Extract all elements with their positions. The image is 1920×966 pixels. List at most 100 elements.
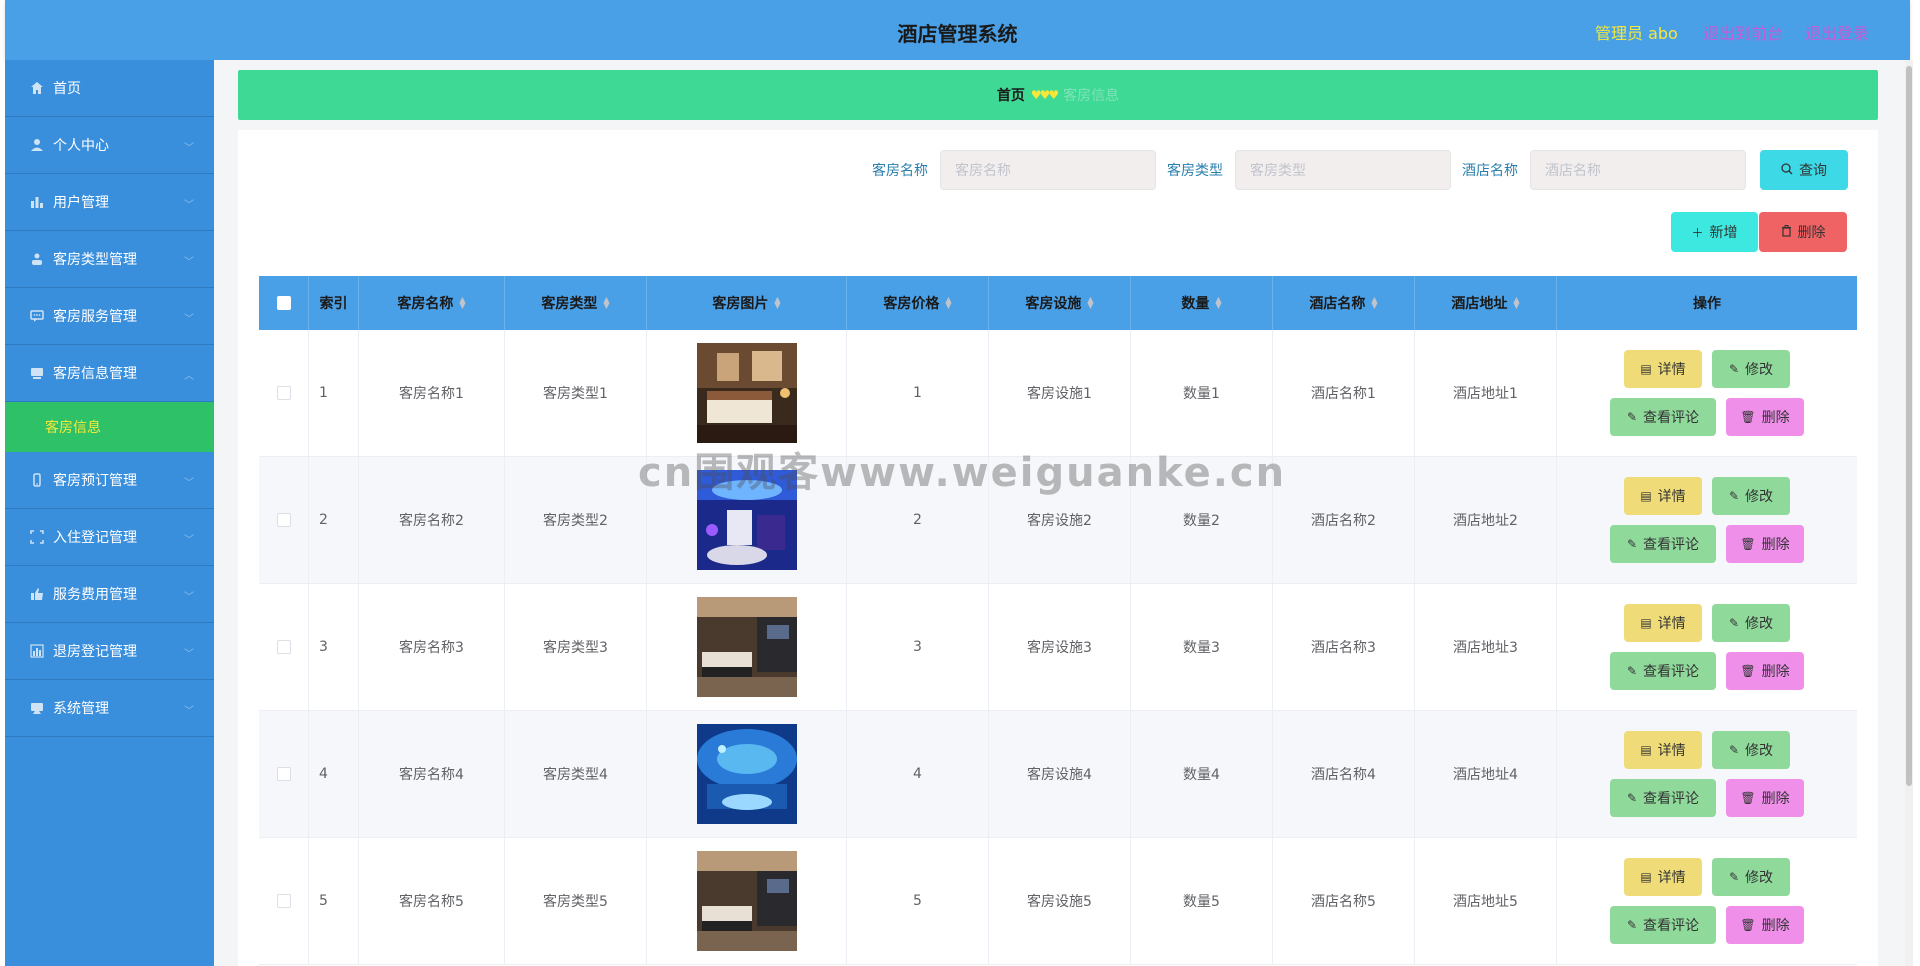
- row-checkbox[interactable]: [276, 640, 291, 654]
- cell-room-facility: 客房设施1: [989, 330, 1131, 456]
- edit-button[interactable]: ✎ 修改: [1712, 350, 1790, 388]
- sort-icon[interactable]: ▲ ▼: [1215, 296, 1221, 310]
- plus-icon: ＋: [1691, 225, 1704, 240]
- view-reviews-button[interactable]: ✎ 查看评论: [1610, 779, 1716, 817]
- cell-index: 4: [309, 711, 359, 837]
- pencil-icon: ✎: [1626, 918, 1638, 932]
- delete-button[interactable]: 🗑 删除: [1726, 398, 1804, 436]
- delete-button[interactable]: 🗑 删除: [1726, 652, 1804, 690]
- breadcrumb-current: 客房信息: [1063, 88, 1120, 104]
- chevron-down-icon: ﹀: [184, 478, 194, 489]
- col-room-name[interactable]: 客房名称 ▲ ▼: [359, 276, 505, 330]
- cell-hotel-address: 酒店地址1: [1415, 330, 1557, 456]
- cell-room-facility: 客房设施3: [989, 584, 1131, 710]
- sidebar-item-label: 个人中心: [53, 138, 109, 154]
- col-hotel-address[interactable]: 酒店地址 ▲ ▼: [1415, 276, 1557, 330]
- detail-button[interactable]: ▤ 详情: [1624, 477, 1702, 515]
- row-checkbox[interactable]: [276, 767, 291, 781]
- view-reviews-button[interactable]: ✎ 查看评论: [1610, 398, 1716, 436]
- hotel-name-input[interactable]: 酒店名称: [1530, 150, 1746, 190]
- sort-icon[interactable]: ▲ ▼: [945, 296, 951, 310]
- sidebar-item-service-fee[interactable]: 服务费用管理 ﹀: [5, 566, 214, 623]
- sidebar-item-checkin[interactable]: 入住登记管理 ﹀: [5, 509, 214, 566]
- admin-label: 管理员 abo: [1595, 24, 1678, 43]
- detail-button[interactable]: ▤ 详情: [1624, 604, 1702, 642]
- logout-link[interactable]: 退出登录: [1805, 20, 1869, 44]
- col-hotel-name[interactable]: 酒店名称 ▲ ▼: [1273, 276, 1415, 330]
- cell-quantity: 数量2: [1131, 457, 1273, 583]
- col-room-image[interactable]: 客房图片 ▲ ▼: [647, 276, 847, 330]
- cell-room-name: 客房名称5: [359, 838, 505, 964]
- row-checkbox[interactable]: [276, 386, 291, 400]
- cell-quantity: 数量1: [1131, 330, 1273, 456]
- cell-room-name: 客房名称4: [359, 711, 505, 837]
- room-table: 索引 客房名称 ▲ ▼ 客房类型 ▲ ▼ 客房图片 ▲ ▼ 客房价格 ▲ ▼ 客房设施 ▲ ▼ 数量…: [259, 276, 1857, 965]
- sidebar-item-checkout[interactable]: 退房登记管理 ﹀: [5, 623, 214, 680]
- room-photo: [696, 343, 797, 443]
- cell-room-type: 客房类型3: [505, 584, 647, 710]
- pencil-icon: ✎: [1626, 664, 1638, 678]
- select-all-checkbox-cell[interactable]: [259, 276, 309, 330]
- delete-button[interactable]: 🗑 删除: [1726, 525, 1804, 563]
- edit-button[interactable]: ✎ 修改: [1712, 604, 1790, 642]
- edit-button[interactable]: ✎ 修改: [1712, 477, 1790, 515]
- row-actions: ▤ 详情 ✎ 修改 ✎ 查看评论 🗑 删除: [1610, 604, 1804, 690]
- detail-button[interactable]: ▤ 详情: [1624, 350, 1702, 388]
- view-reviews-button[interactable]: ✎ 查看评论: [1610, 906, 1716, 944]
- document-icon: ▤: [1640, 362, 1652, 376]
- view-reviews-button[interactable]: ✎ 查看评论: [1610, 525, 1716, 563]
- select-all-checkbox[interactable]: [276, 296, 291, 310]
- cell-room-price: 4: [847, 711, 989, 837]
- cell-hotel-name: 酒店名称3: [1273, 584, 1415, 710]
- col-index: 索引: [309, 276, 359, 330]
- page-scrollbar[interactable]: [1905, 60, 1913, 966]
- room-type-input[interactable]: 客房类型: [1235, 150, 1451, 190]
- delete-button[interactable]: 🗑 删除: [1726, 906, 1804, 944]
- sidebar-item-room-booking[interactable]: 客房预订管理 ﹀: [5, 452, 214, 509]
- view-reviews-button[interactable]: ✎ 查看评论: [1610, 652, 1716, 690]
- sidebar-subitem-room-info[interactable]: 客房信息: [5, 402, 214, 452]
- query-button[interactable]: 查询: [1760, 150, 1848, 190]
- detail-button[interactable]: ▤ 详情: [1624, 731, 1702, 769]
- hotel-name-label: 酒店名称: [1462, 163, 1518, 179]
- sort-icon[interactable]: ▲ ▼: [774, 296, 780, 310]
- edit-button[interactable]: ✎ 修改: [1712, 858, 1790, 896]
- row-checkbox[interactable]: [276, 894, 291, 908]
- sidebar-item-personal-center[interactable]: 个人中心 ﹀: [5, 117, 214, 174]
- cell-room-price: 5: [847, 838, 989, 964]
- detail-button[interactable]: ▤ 详情: [1624, 858, 1702, 896]
- sidebar-item-room-info[interactable]: 客房信息管理 ︿: [5, 345, 214, 402]
- pencil-icon: ✎: [1728, 362, 1740, 376]
- document-icon: ▤: [1640, 870, 1652, 884]
- sort-icon[interactable]: ▲ ▼: [603, 296, 609, 310]
- sort-icon[interactable]: ▲ ▼: [1371, 296, 1377, 310]
- edit-button[interactable]: ✎ 修改: [1712, 731, 1790, 769]
- col-quantity[interactable]: 数量 ▲ ▼: [1131, 276, 1273, 330]
- table-row: 1 客房名称1 客房类型1 1 客房设施1 数量1 酒店名称1 酒店地址1 ▤ 详…: [259, 330, 1857, 457]
- col-room-facility[interactable]: 客房设施 ▲ ▼: [989, 276, 1131, 330]
- col-room-type[interactable]: 客房类型 ▲ ▼: [505, 276, 647, 330]
- delete-button[interactable]: 🗑 删除: [1726, 779, 1804, 817]
- sidebar-item-system[interactable]: 系统管理 ﹀: [5, 680, 214, 737]
- trash-icon: 🗑: [1740, 664, 1756, 678]
- cell-room-facility: 客房设施5: [989, 838, 1131, 964]
- row-checkbox[interactable]: [276, 513, 291, 527]
- sort-icon[interactable]: ▲ ▼: [1513, 296, 1519, 310]
- sidebar-item-room-service[interactable]: 客房服务管理 ﹀: [5, 288, 214, 345]
- table-row: 5 客房名称5 客房类型5 5 客房设施5 数量5 酒店名称5 酒店地址5 ▤ 详…: [259, 838, 1857, 965]
- room-name-input[interactable]: 客房名称: [940, 150, 1156, 190]
- back-to-front-link[interactable]: 退出到前台: [1703, 20, 1783, 44]
- sidebar-item-home[interactable]: 首页: [5, 60, 214, 117]
- scrollbar-thumb[interactable]: [1906, 66, 1912, 786]
- box-icon: [29, 365, 45, 381]
- add-button[interactable]: ＋ 新增: [1671, 212, 1758, 252]
- pencil-icon: ✎: [1728, 616, 1740, 630]
- sidebar-item-user-management[interactable]: 用户管理 ﹀: [5, 174, 214, 231]
- sort-icon[interactable]: ▲ ▼: [459, 296, 465, 310]
- breadcrumb-home[interactable]: 首页: [997, 85, 1025, 105]
- trash-icon: 🗑: [1740, 537, 1756, 551]
- batch-delete-button[interactable]: 删除: [1759, 212, 1847, 252]
- sort-icon[interactable]: ▲ ▼: [1087, 296, 1093, 310]
- sidebar-item-room-type[interactable]: 客房类型管理 ﹀: [5, 231, 214, 288]
- col-room-price[interactable]: 客房价格 ▲ ▼: [847, 276, 989, 330]
